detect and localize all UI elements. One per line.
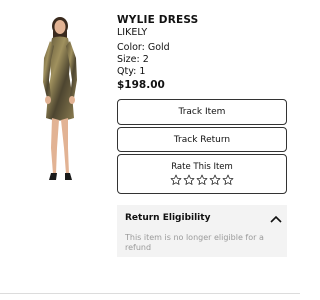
track-return-button[interactable]: Track Return — [117, 127, 287, 152]
return-eligibility-panel: Return Eligibility This item is no longe… — [117, 205, 287, 257]
star-icon[interactable] — [183, 174, 195, 186]
product-title: WYLIE DRESS — [117, 14, 199, 26]
product-info: WYLIE DRESS LIKELY Color: Gold Size: 2 Q… — [117, 14, 287, 91]
product-image — [22, 14, 98, 188]
star-icon[interactable] — [196, 174, 208, 186]
divider — [0, 293, 300, 294]
product-color: Color: Gold — [117, 42, 170, 53]
return-eligibility-message: This item is no longer eligible for a re… — [125, 233, 264, 252]
star-icon[interactable] — [170, 174, 182, 186]
star-icon[interactable] — [222, 174, 234, 186]
product-qty: Qty: 1 — [117, 66, 146, 77]
chevron-up-icon[interactable] — [270, 215, 282, 223]
track-item-button[interactable]: Track Item — [117, 99, 287, 125]
return-eligibility-title: Return Eligibility — [125, 213, 211, 223]
star-icon[interactable] — [209, 174, 221, 186]
rate-item-box: Rate This Item — [117, 154, 287, 194]
product-brand: LIKELY — [117, 27, 148, 38]
rate-item-label: Rate This Item — [171, 162, 233, 172]
product-size: Size: 2 — [117, 54, 149, 65]
rating-stars — [170, 174, 234, 186]
product-price: $198.00 — [117, 79, 165, 91]
